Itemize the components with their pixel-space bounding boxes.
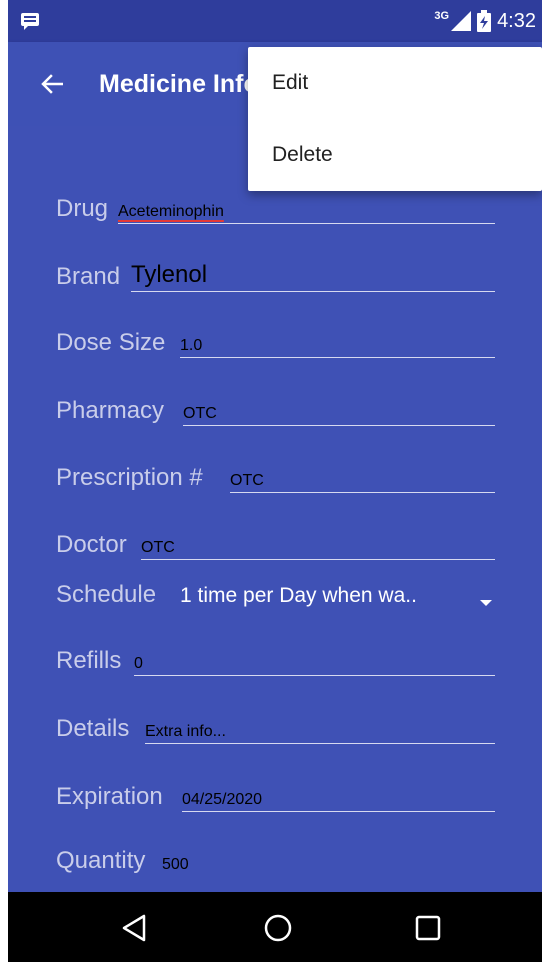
- drug-label: Drug: [56, 195, 109, 222]
- battery-icon: [477, 10, 492, 32]
- back-button[interactable]: [32, 64, 72, 104]
- expiration-row: Expiration: [56, 778, 167, 812]
- schedule-spinner[interactable]: 1 time per Day when wa..: [180, 576, 495, 610]
- drug-field[interactable]: Aceteminophin: [118, 190, 495, 224]
- expiration-label: Expiration: [56, 783, 163, 810]
- quantity-label: Quantity: [56, 847, 146, 874]
- expiration-field[interactable]: 04/25/2020: [182, 778, 495, 812]
- expiration-value: 04/25/2020: [182, 791, 263, 808]
- page-title: Medicine Info: [99, 70, 259, 98]
- drug-row: Drug: [56, 190, 112, 224]
- status-indicators: 3G 4:32: [434, 8, 536, 34]
- nav-home-button[interactable]: [258, 908, 298, 948]
- prescription-row: Prescription #: [56, 459, 207, 493]
- nav-home-icon: [264, 914, 292, 942]
- dose-value: 1.0: [180, 337, 203, 354]
- details-field[interactable]: Extra info...: [145, 710, 495, 744]
- menu-item-delete[interactable]: Delete: [248, 119, 542, 191]
- doctor-value: OTC: [141, 539, 175, 556]
- medicine-form: Drug Aceteminophin Brand Tylenol Dose Si…: [8, 126, 542, 892]
- status-clock: 4:32: [497, 9, 536, 32]
- navigation-bar: [8, 892, 542, 962]
- dose-row: Dose Size: [56, 324, 169, 358]
- pharmacy-label: Pharmacy: [56, 397, 165, 424]
- refills-label: Refills: [56, 647, 122, 674]
- quantity-field[interactable]: 500: [162, 842, 495, 876]
- quantity-value: 500: [162, 856, 189, 873]
- quantity-row: Quantity: [56, 842, 149, 876]
- pharmacy-row: Pharmacy: [56, 392, 168, 426]
- doctor-label: Doctor: [56, 531, 127, 558]
- details-label: Details: [56, 715, 130, 742]
- prescription-value: OTC: [230, 472, 264, 489]
- pharmacy-value: OTC: [183, 405, 217, 422]
- brand-row: Brand: [56, 258, 124, 292]
- brand-field[interactable]: Tylenol: [131, 258, 495, 292]
- schedule-value: 1 time per Day when wa..: [180, 584, 417, 607]
- refills-field[interactable]: 0: [134, 642, 495, 676]
- nav-back-button[interactable]: [114, 908, 154, 948]
- refills-value: 0: [134, 655, 143, 672]
- status-bar: 3G 4:32: [8, 0, 542, 42]
- dose-field[interactable]: 1.0: [180, 324, 495, 358]
- back-arrow-icon: [41, 74, 63, 94]
- nav-back-icon: [122, 914, 146, 942]
- network-type-label: 3G: [434, 10, 450, 22]
- doctor-field[interactable]: OTC: [141, 526, 495, 560]
- details-placeholder: Extra info...: [145, 723, 226, 740]
- nav-recents-icon: [415, 915, 441, 941]
- nav-recents-button[interactable]: [408, 908, 448, 948]
- brand-label: Brand: [56, 263, 121, 290]
- refills-row: Refills: [56, 642, 125, 676]
- dose-label: Dose Size: [56, 329, 166, 356]
- pharmacy-field[interactable]: OTC: [183, 392, 495, 426]
- overflow-menu: Edit Delete: [248, 47, 542, 191]
- signal-icon: [451, 11, 472, 31]
- prescription-label: Prescription #: [56, 464, 203, 491]
- details-row: Details: [56, 710, 133, 744]
- prescription-field[interactable]: OTC: [230, 459, 495, 493]
- doctor-row: Doctor: [56, 526, 131, 560]
- drug-value: Aceteminophin: [118, 203, 224, 220]
- chevron-down-icon: [480, 600, 492, 606]
- notification-icon: [21, 13, 39, 30]
- schedule-label: Schedule: [56, 581, 157, 608]
- schedule-row: Schedule: [56, 576, 160, 610]
- menu-item-edit[interactable]: Edit: [248, 47, 542, 119]
- brand-value: Tylenol: [131, 261, 208, 288]
